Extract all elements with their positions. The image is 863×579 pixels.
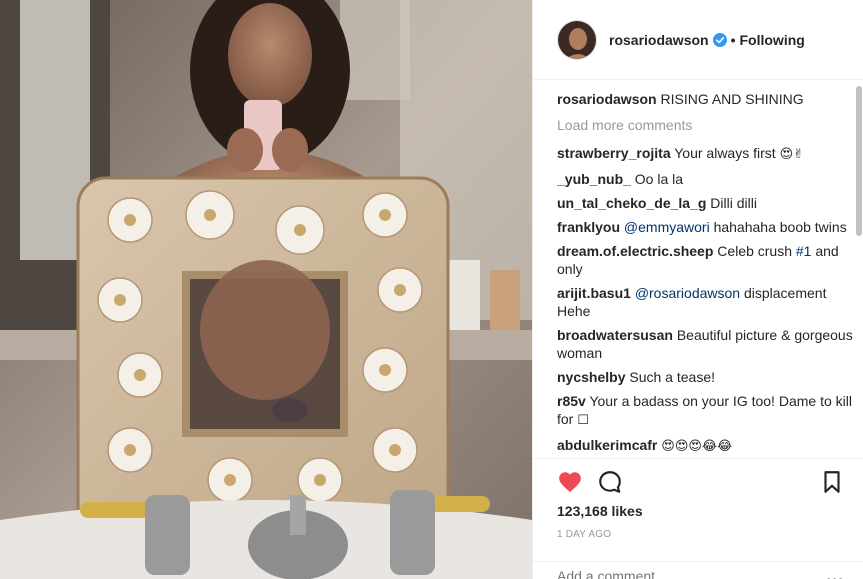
caption: rosariodawson RISING AND SHINING	[557, 90, 853, 108]
list-item: franklyou @emmyawori hahahaha boob twins	[557, 218, 853, 236]
comment-text: Dilli dilli	[710, 195, 757, 211]
comment-username[interactable]: r85v	[557, 393, 586, 409]
scrollbar-thumb[interactable]	[856, 86, 862, 236]
comments-list[interactable]: rosariodawson RISING AND SHINING Load mo…	[557, 90, 853, 458]
comment-username[interactable]: dream.of.electric.sheep	[557, 243, 713, 259]
comment-username[interactable]: abdulkerimcafr	[557, 437, 657, 453]
post-actions: 123,168 likes 1 DAY AGO •••	[533, 458, 863, 579]
comment-username[interactable]: _yub_nub_	[557, 171, 631, 187]
add-comment-bar: •••	[533, 561, 863, 579]
comment-username[interactable]: rosariodawson	[557, 91, 657, 107]
comment-username[interactable]: nycshelby	[557, 369, 625, 385]
action-icons	[557, 469, 847, 495]
list-item: dream.of.electric.sheep Celeb crush #1 a…	[557, 242, 853, 278]
bookmark-icon[interactable]	[819, 469, 845, 495]
comment-username[interactable]: arijit.basu1	[557, 285, 631, 301]
comment-text: hahahaha boob twins	[713, 219, 847, 235]
list-item: abdulkerimcafr 😍😍😍😂😂	[557, 436, 853, 456]
verified-badge-icon	[712, 32, 727, 47]
comment-text: Your always first	[674, 145, 776, 161]
comment-mention[interactable]: @emmyawori	[624, 219, 710, 235]
heart-icon[interactable]	[557, 469, 583, 495]
comment-emoji: ☐	[577, 413, 589, 428]
comments-scrollbar[interactable]	[855, 80, 863, 458]
more-options-icon[interactable]: •••	[826, 572, 844, 579]
add-comment-input[interactable]	[557, 568, 817, 579]
comment-username[interactable]: strawberry_rojita	[557, 145, 671, 161]
following-button[interactable]: Following	[740, 32, 805, 48]
list-item: r85v Your a badass on your IG too! Dame …	[557, 392, 853, 430]
list-item: broadwatersusan Beautiful picture & gorg…	[557, 326, 853, 362]
instagram-post: rosariodawson • Following rosariodawson …	[0, 0, 863, 579]
comment-hashtag[interactable]: #1	[796, 243, 812, 259]
comment-text: Oo la la	[634, 171, 684, 187]
comment-text: Such a tease!	[629, 369, 715, 385]
post-timestamp: 1 DAY AGO	[557, 529, 612, 540]
likes-count[interactable]: 123,168 likes	[557, 503, 643, 519]
caption-text: RISING AND SHINING	[660, 91, 804, 107]
post-side-panel: rosariodawson • Following rosariodawson …	[532, 0, 863, 579]
list-item: strawberry_rojita Your always first 😍✌	[557, 144, 853, 164]
comment-text: Your a badass on your IG too! Dame to ki…	[557, 393, 852, 427]
comment-emoji: 😍✌	[779, 147, 805, 162]
list-item: un_tal_cheko_de_la_g Dilli dilli	[557, 194, 853, 212]
list-item: nycshelby Such a tease!	[557, 368, 853, 386]
list-item: arijit.basu1 @rosariodawson displacement…	[557, 284, 853, 320]
header-username[interactable]: rosariodawson	[609, 32, 709, 48]
list-item: _yub_nub_ Oo la la	[557, 170, 853, 188]
comment-mention[interactable]: @rosariodawson	[635, 285, 740, 301]
comment-text: Celeb crush	[717, 243, 792, 259]
comment-username[interactable]: un_tal_cheko_de_la_g	[557, 195, 706, 211]
separator-dot: •	[730, 31, 736, 48]
load-more-comments-button[interactable]: Load more comments	[557, 116, 853, 134]
comment-username[interactable]: broadwatersusan	[557, 327, 673, 343]
photo-artwork	[0, 0, 532, 579]
comment-username[interactable]: franklyou	[557, 219, 620, 235]
avatar[interactable]	[557, 19, 597, 60]
comment-bubble-icon[interactable]	[597, 469, 623, 495]
post-photo[interactable]	[0, 0, 532, 579]
post-header: rosariodawson • Following	[533, 0, 863, 80]
comment-emoji: 😍😍😍😂😂	[661, 439, 733, 454]
